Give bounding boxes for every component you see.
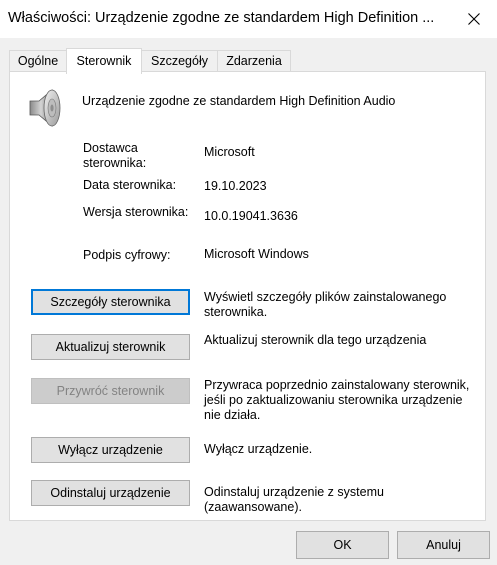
device-name: Urządzenie zgodne ze standardem High Def… (82, 94, 396, 108)
speaker-icon (29, 89, 61, 127)
uninstall-device-description: Odinstaluj urządzenie z systemu (zaawans… (204, 485, 384, 514)
tab-driver[interactable]: Sterownik (66, 48, 142, 74)
disable-device-description: Wyłącz urządzenie. (204, 442, 313, 456)
disable-device-button[interactable]: Wyłącz urządzenie (31, 437, 190, 463)
cancel-button[interactable]: Anuluj (397, 531, 490, 559)
window-title: Właściwości: Urządzenie zgodne ze standa… (8, 10, 435, 26)
tab-general[interactable]: Ogólne (9, 50, 67, 72)
tab-events[interactable]: Zdarzenia (217, 50, 291, 72)
uninstall-device-button[interactable]: Odinstaluj urządzenie (31, 480, 190, 506)
driver-details-description: Wyświetl szczegóły plików zainstalowaneg… (204, 290, 447, 319)
ok-button[interactable]: OK (296, 531, 389, 559)
driver-version-label: Wersja sterownika: (83, 205, 189, 219)
driver-provider-value: Microsoft (204, 145, 255, 159)
driver-date-value: 19.10.2023 (204, 179, 267, 193)
driver-version-value: 10.0.19041.3636 (204, 209, 298, 223)
driver-details-button[interactable]: Szczegóły sterownika (31, 289, 190, 315)
properties-dialog: Właściwości: Urządzenie zgodne ze standa… (0, 0, 497, 565)
digital-signer-value: Microsoft Windows (204, 247, 309, 261)
update-driver-button[interactable]: Aktualizuj sterownik (31, 334, 190, 360)
update-driver-description: Aktualizuj sterownik dla tego urządzenia (204, 333, 427, 347)
roll-back-driver-description: Przywraca poprzednio zainstalowany stero… (204, 378, 470, 422)
digital-signer-label: Podpis cyfrowy: (83, 248, 171, 262)
driver-date-label: Data sterownika: (83, 178, 177, 192)
close-icon (468, 13, 480, 25)
close-button[interactable] (451, 0, 497, 38)
title-bar: Właściwości: Urządzenie zgodne ze standa… (0, 0, 497, 38)
driver-provider-label: Dostawca sterownika: (83, 141, 147, 170)
tab-details[interactable]: Szczegóły (141, 50, 218, 72)
roll-back-driver-button[interactable]: Przywróć sterownik (31, 378, 190, 404)
